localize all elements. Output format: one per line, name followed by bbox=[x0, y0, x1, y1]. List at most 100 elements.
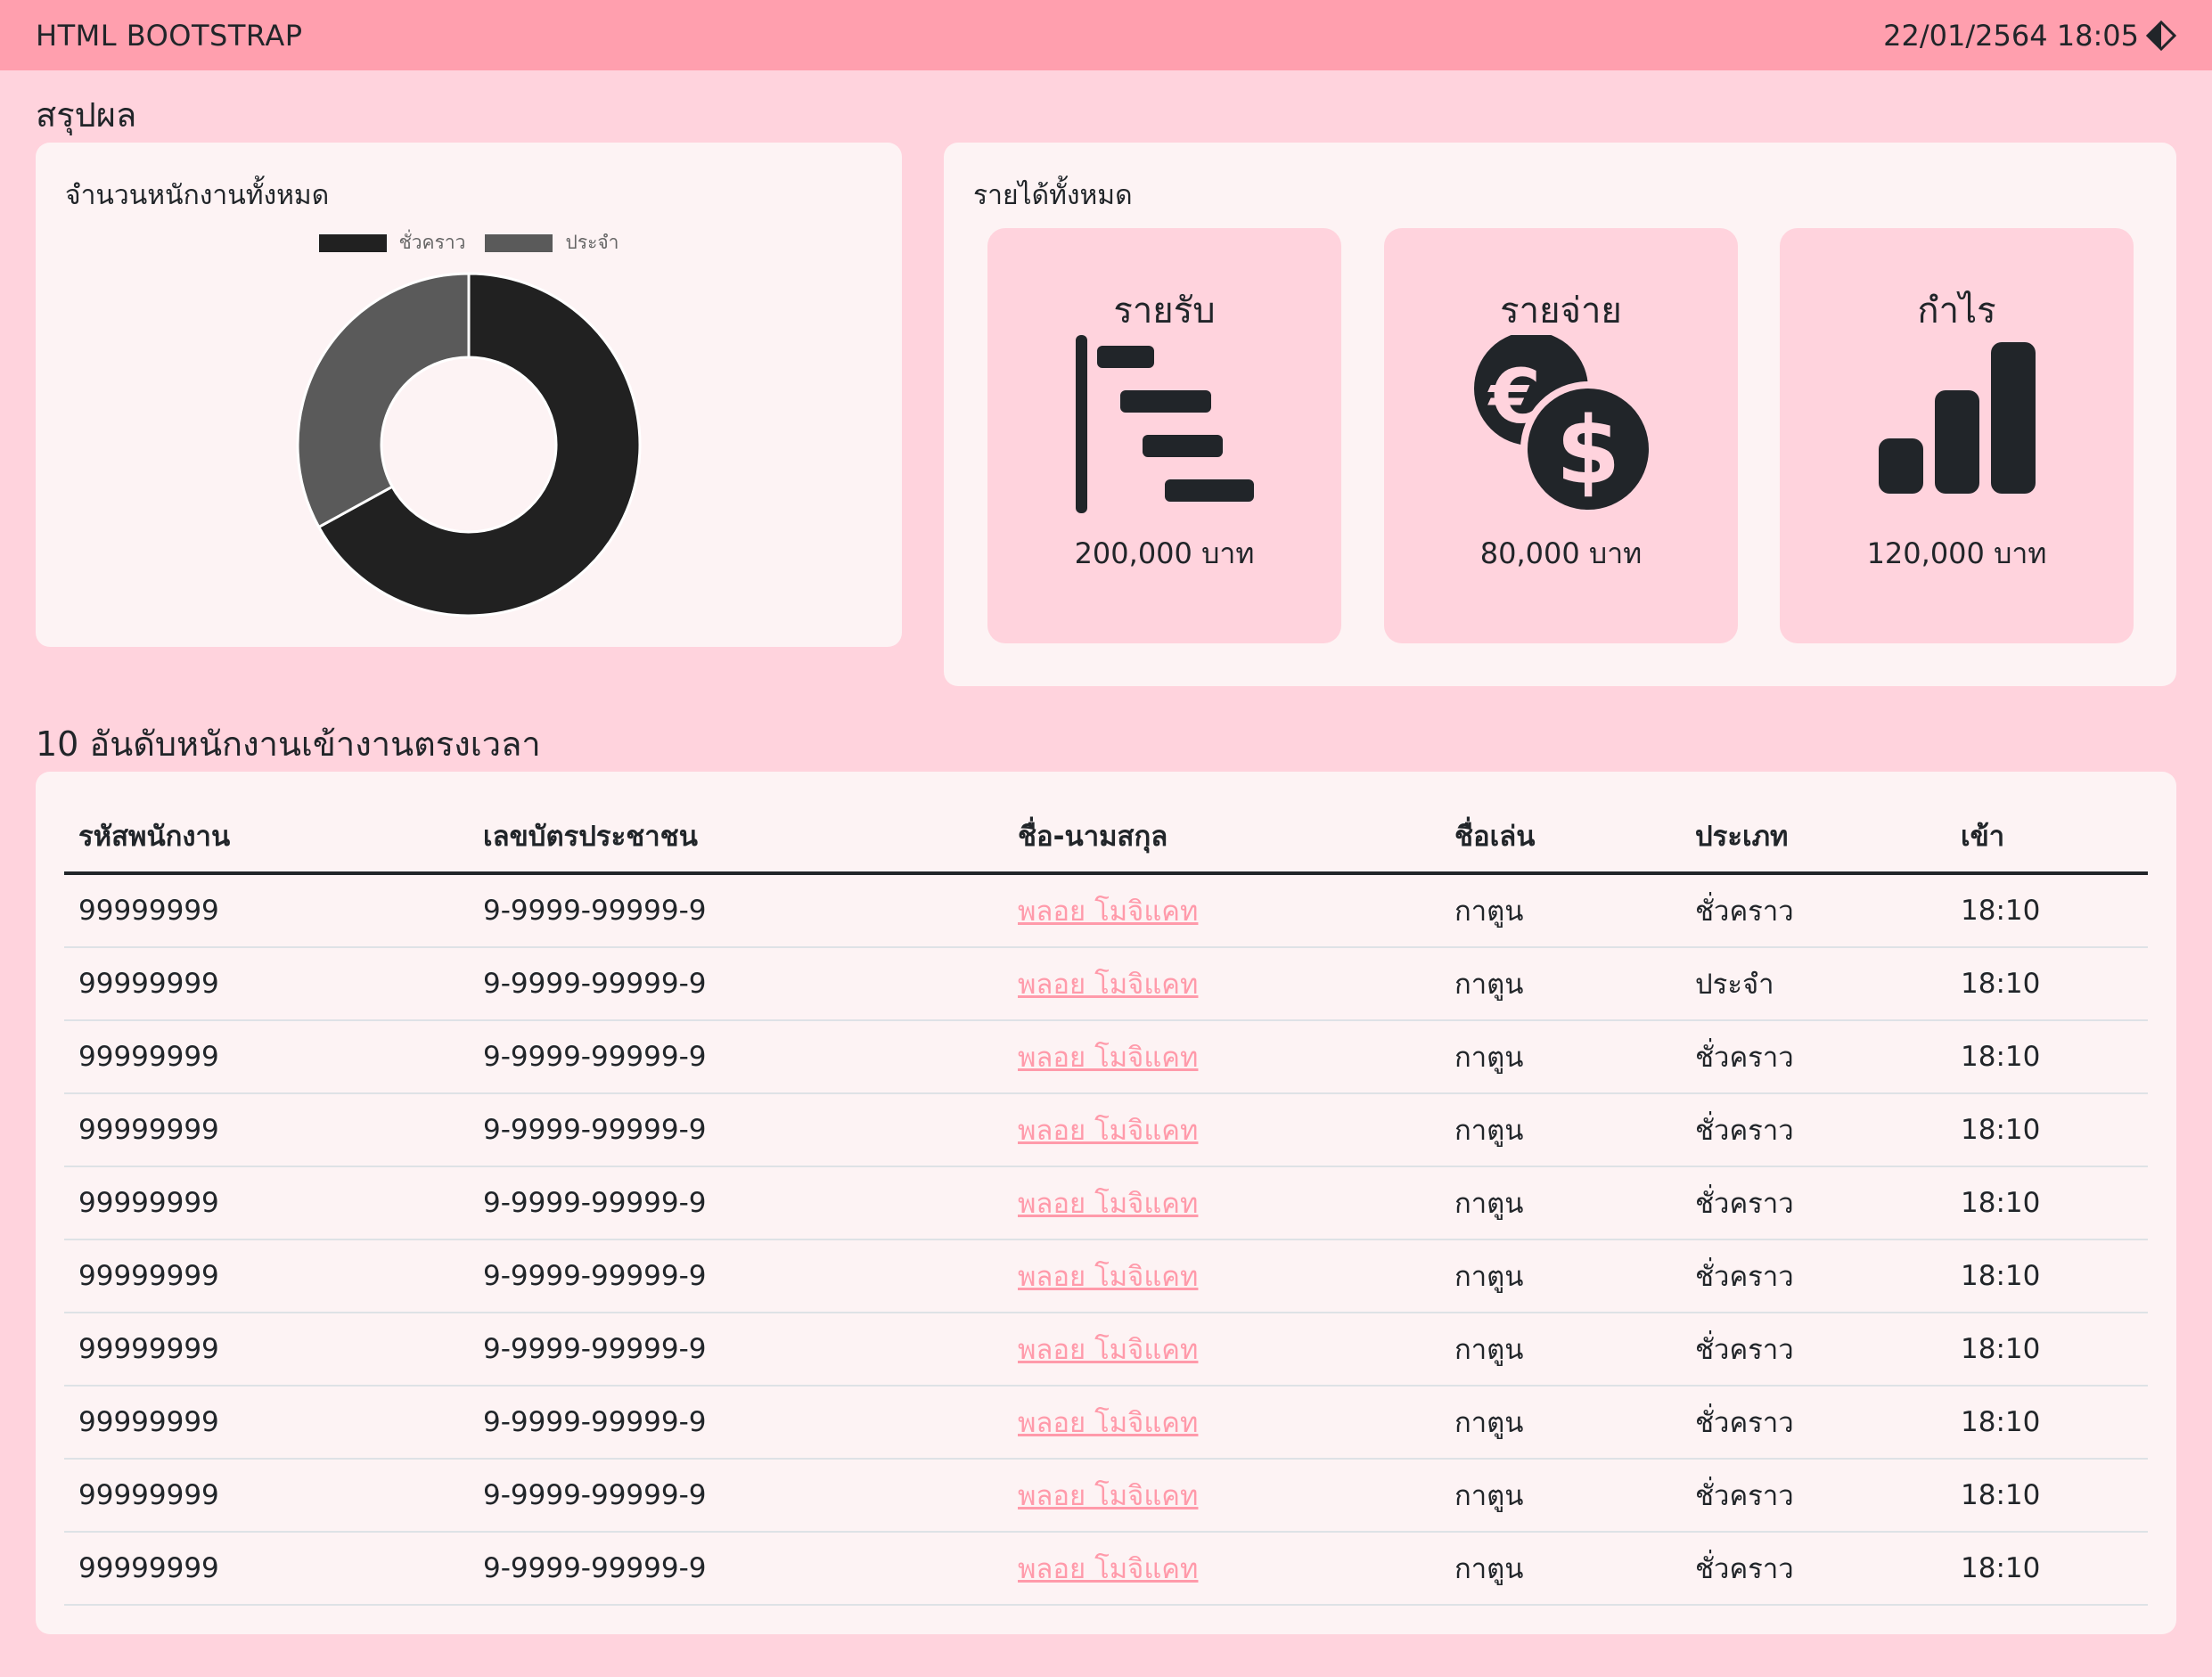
table-body: 99999999 9-9999-99999-9 พลอย โมจิแคท กาตูนช… bbox=[64, 873, 2148, 1606]
table-cell: 18:10 bbox=[1946, 1532, 2148, 1606]
table-row: 99999999 9-9999-99999-9 พลอย โมจิแคท กาตูนช… bbox=[64, 1020, 2148, 1094]
income-card-title: รายได้ทั้งหมด bbox=[973, 180, 1133, 211]
coin-currency-icon: € $ bbox=[1472, 331, 1656, 517]
table-cell: 18:10 bbox=[1946, 1459, 2148, 1533]
column-header: รหัสพนักงาน bbox=[64, 800, 469, 875]
table-cell: ชั่วคราว bbox=[1681, 1532, 1946, 1606]
table-cell: 18:10 bbox=[1946, 1313, 2148, 1387]
table-cell: ชั่วคราว bbox=[1681, 873, 1946, 948]
table-cell: ชั่วคราว bbox=[1681, 1313, 1946, 1387]
datetime-display: 22/01/2564 18:05 bbox=[1883, 18, 2139, 53]
table-cell: กาตูน bbox=[1440, 947, 1681, 1021]
table-cell: 99999999 bbox=[64, 873, 469, 948]
table-cell: 99999999 bbox=[64, 1239, 469, 1313]
signal-bars-icon bbox=[1868, 335, 2046, 517]
column-header: ชื่อ-นามสกุล bbox=[1004, 800, 1440, 875]
table-cell: 18:10 bbox=[1946, 1239, 2148, 1313]
table-cell: พลอย โมจิแคท bbox=[1004, 1459, 1440, 1533]
table-cell: กาตูน bbox=[1440, 1239, 1681, 1313]
expense-label: รายจ่าย bbox=[1500, 290, 1622, 331]
employee-name-link[interactable]: พลอย โมจิแคท bbox=[1018, 1261, 1198, 1293]
table-cell: 18:10 bbox=[1946, 1386, 2148, 1460]
table-row: 99999999 9-9999-99999-9 พลอย โมจิแคท กาตูนช… bbox=[64, 1386, 2148, 1460]
income-stat-box[interactable]: รายรับ 200,000 บาท bbox=[987, 228, 1341, 643]
employee-name-link[interactable]: พลอย โมจิแคท bbox=[1018, 1188, 1198, 1220]
table-row: 99999999 9-9999-99999-9 พลอย โมจิแคท กาตูนช… bbox=[64, 1239, 2148, 1313]
profit-value: 120,000 บาท bbox=[1866, 536, 2047, 570]
table-cell: กาตูน bbox=[1440, 1166, 1681, 1240]
table-cell: 9-9999-99999-9 bbox=[469, 1239, 1004, 1313]
table-row: 99999999 9-9999-99999-9 พลอย โมจิแคท กาตูนช… bbox=[64, 873, 2148, 948]
income-value: 200,000 บาท bbox=[1074, 536, 1255, 570]
table-cell: พลอย โมจิแคท bbox=[1004, 1386, 1440, 1460]
table-cell: 9-9999-99999-9 bbox=[469, 873, 1004, 948]
expense-value: 80,000 บาท bbox=[1479, 536, 1643, 570]
column-header: ประเภท bbox=[1681, 800, 1946, 875]
table-row: 99999999 9-9999-99999-9 พลอย โมจิแคท กาตูนช… bbox=[64, 1313, 2148, 1387]
table-cell: 9-9999-99999-9 bbox=[469, 1313, 1004, 1387]
table-cell: พลอย โมจิแคท bbox=[1004, 947, 1440, 1021]
navbar-right: 22/01/2564 18:05 bbox=[1883, 19, 2176, 53]
table-cell: 18:10 bbox=[1946, 1093, 2148, 1167]
table-section-title: 10 อันดับหนักงานเข้างานตรงเวลา bbox=[36, 724, 541, 764]
employee-name-link[interactable]: พลอย โมจิแคท bbox=[1018, 1115, 1198, 1147]
table-row: 99999999 9-9999-99999-9 พลอย โมจิแคท กาตูนช… bbox=[64, 1532, 2148, 1606]
table-cell: พลอย โมจิแคท bbox=[1004, 1093, 1440, 1167]
table-cell: 99999999 bbox=[64, 1459, 469, 1533]
table-cell: พลอย โมจิแคท bbox=[1004, 1166, 1440, 1240]
profit-stat-box[interactable]: กำไร 120,000 บาท bbox=[1780, 228, 2134, 643]
table-cell: 18:10 bbox=[1946, 1020, 2148, 1094]
theme-toggle-icon[interactable] bbox=[2146, 20, 2176, 51]
table-cell: กาตูน bbox=[1440, 873, 1681, 948]
column-header: เข้า bbox=[1946, 800, 2148, 875]
table-cell: พลอย โมจิแคท bbox=[1004, 873, 1440, 948]
profit-label: กำไร bbox=[1917, 290, 1996, 331]
navbar-brand[interactable]: HTML BOOTSTRAP bbox=[36, 19, 303, 53]
expense-stat-box[interactable]: รายจ่าย € $ 80,000 บาท bbox=[1384, 228, 1738, 643]
table-cell: กาตูน bbox=[1440, 1020, 1681, 1094]
table-cell: ชั่วคราว bbox=[1681, 1093, 1946, 1167]
table-row: 99999999 9-9999-99999-9 พลอย โมจิแคท กาตูนช… bbox=[64, 1166, 2148, 1240]
table-cell: 99999999 bbox=[64, 1020, 469, 1094]
column-header: ชื่อเล่น bbox=[1440, 800, 1681, 875]
table-card: รหัสพนักงาน เลขบัตรประชาชน ชื่อ-นามสกุล … bbox=[36, 772, 2176, 1634]
table-cell: 9-9999-99999-9 bbox=[469, 1020, 1004, 1094]
table-cell: 99999999 bbox=[64, 1386, 469, 1460]
table-cell: พลอย โมจิแคท bbox=[1004, 1020, 1440, 1094]
employee-name-link[interactable]: พลอย โมจิแคท bbox=[1018, 1042, 1198, 1074]
table-cell: 9-9999-99999-9 bbox=[469, 1093, 1004, 1167]
table-cell: 99999999 bbox=[64, 1313, 469, 1387]
employee-name-link[interactable]: พลอย โมจิแคท bbox=[1018, 896, 1198, 928]
table-cell: กาตูน bbox=[1440, 1459, 1681, 1533]
ontime-employees-table: รหัสพนักงาน เลขบัตรประชาชน ชื่อ-นามสกุล … bbox=[64, 800, 2148, 1606]
employee-name-link[interactable]: พลอย โมจิแคท bbox=[1018, 1334, 1198, 1366]
table-cell: พลอย โมจิแคท bbox=[1004, 1313, 1440, 1387]
table-row: 99999999 9-9999-99999-9 พลอย โมจิแคท กาตูนช… bbox=[64, 1459, 2148, 1533]
summary-section-title: สรุปผล bbox=[36, 95, 137, 135]
table-cell: 99999999 bbox=[64, 1532, 469, 1606]
svg-text:$: $ bbox=[1555, 397, 1619, 505]
table-cell: 18:10 bbox=[1946, 947, 2148, 1021]
donut-chart bbox=[296, 272, 642, 618]
donut-slice[interactable] bbox=[296, 272, 471, 529]
table-cell: กาตูน bbox=[1440, 1532, 1681, 1606]
employee-name-link[interactable]: พลอย โมจิแคท bbox=[1018, 1407, 1198, 1439]
table-row: 99999999 9-9999-99999-9 พลอย โมจิแคท กาตูนป… bbox=[64, 947, 2148, 1021]
table-cell: 9-9999-99999-9 bbox=[469, 1166, 1004, 1240]
employee-name-link[interactable]: พลอย โมจิแคท bbox=[1018, 1553, 1198, 1585]
table-cell: 9-9999-99999-9 bbox=[469, 1459, 1004, 1533]
table-cell: 99999999 bbox=[64, 1166, 469, 1240]
income-label: รายรับ bbox=[1113, 290, 1216, 331]
table-cell: ชั่วคราว bbox=[1681, 1020, 1946, 1094]
table-cell: พลอย โมจิแคท bbox=[1004, 1239, 1440, 1313]
table-cell: 9-9999-99999-9 bbox=[469, 1386, 1004, 1460]
employee-name-link[interactable]: พลอย โมจิแคท bbox=[1018, 1480, 1198, 1512]
table-cell: 99999999 bbox=[64, 1093, 469, 1167]
table-cell: กาตูน bbox=[1440, 1313, 1681, 1387]
table-cell: ชั่วคราว bbox=[1681, 1386, 1946, 1460]
income-card: รายได้ทั้งหมด รายรับ 200,000 บาท รายจ่าย… bbox=[944, 143, 2176, 686]
table-row: 99999999 9-9999-99999-9 พลอย โมจิแคท กาตูนช… bbox=[64, 1093, 2148, 1167]
employee-name-link[interactable]: พลอย โมจิแคท bbox=[1018, 969, 1198, 1001]
table-cell: ประจำ bbox=[1681, 947, 1946, 1021]
navbar: HTML BOOTSTRAP 22/01/2564 18:05 bbox=[0, 0, 2212, 70]
